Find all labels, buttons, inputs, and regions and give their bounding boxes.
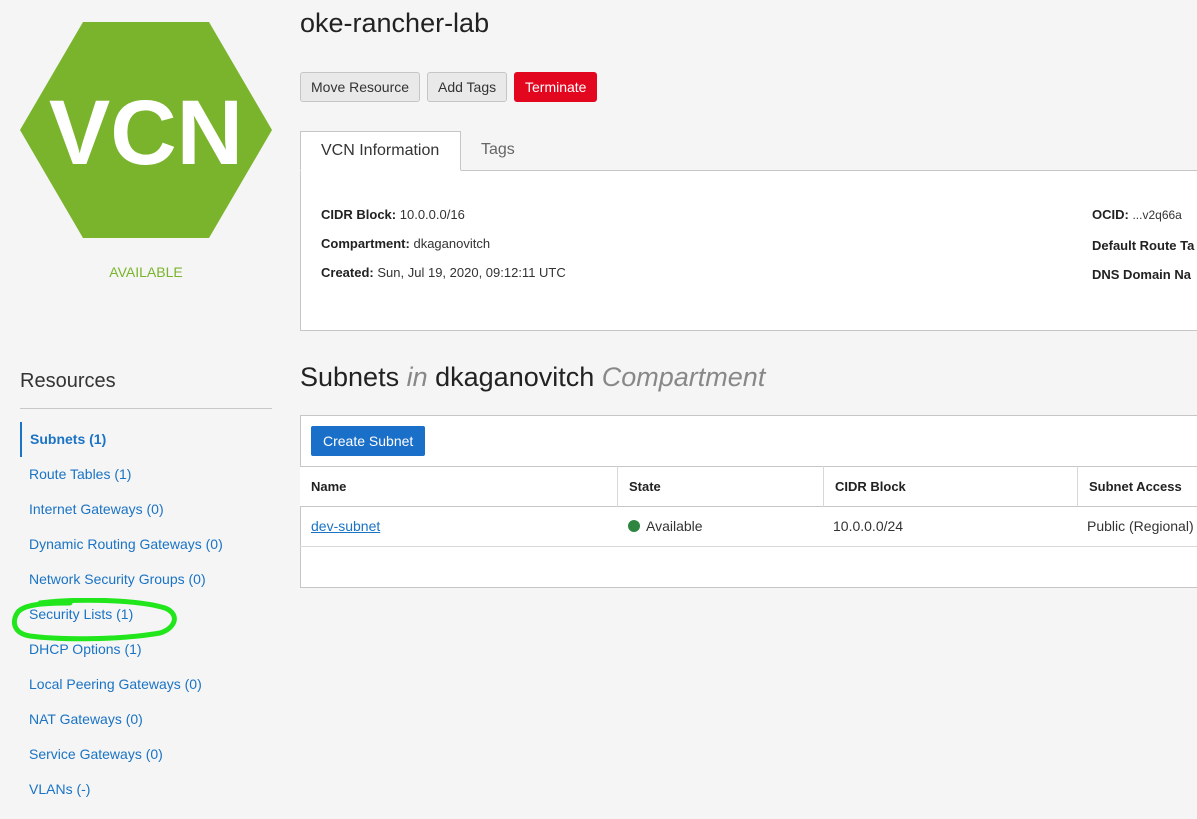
- info-dns-domain: DNS Domain Na: [1092, 267, 1191, 282]
- tab-vcn-information[interactable]: VCN Information: [300, 131, 461, 171]
- info-cidr: CIDR Block: 10.0.0.0/16: [321, 207, 465, 222]
- info-created-value: Sun, Jul 19, 2020, 09:12:11 UTC: [377, 265, 566, 280]
- resource-item-vlans[interactable]: VLANs (-): [20, 772, 272, 807]
- resource-item-local-peering-gateways[interactable]: Local Peering Gateways (0): [20, 667, 272, 702]
- resource-item-network-security-groups[interactable]: Network Security Groups (0): [20, 562, 272, 597]
- info-created-label: Created:: [321, 265, 374, 280]
- info-ocid-value: ...v2q66a: [1132, 208, 1182, 222]
- subnet-state-text: Available: [646, 518, 703, 534]
- vcn-badge-text: VCN: [49, 82, 243, 184]
- info-ocid: OCID: ...v2q66a: [1092, 207, 1182, 222]
- subnets-title-in: in: [406, 362, 428, 392]
- available-status-dot-icon: [628, 520, 640, 532]
- info-created: Created: Sun, Jul 19, 2020, 09:12:11 UTC: [321, 265, 566, 280]
- resources-title: Resources: [20, 370, 116, 392]
- resource-item-service-gateways[interactable]: Service Gateways (0): [20, 737, 272, 772]
- resource-item-subnets[interactable]: Subnets (1): [20, 422, 272, 457]
- subnet-access-cell: Public (Regional): [1087, 518, 1194, 534]
- info-default-route-table: Default Route Ta: [1092, 238, 1194, 253]
- page-title: oke-rancher-lab: [300, 8, 490, 38]
- column-header-cidr[interactable]: CIDR Block: [823, 466, 1078, 507]
- table-row: [300, 506, 1197, 547]
- info-route-label: Default Route Ta: [1092, 238, 1195, 253]
- vcn-status: AVAILABLE: [109, 264, 183, 280]
- info-compartment: Compartment: dkaganovitch: [321, 236, 490, 251]
- column-header-subnet-access[interactable]: Subnet Access: [1077, 466, 1197, 507]
- resource-item-dynamic-routing-gateways[interactable]: Dynamic Routing Gateways (0): [20, 527, 272, 562]
- info-cidr-label: CIDR Block:: [321, 207, 397, 222]
- move-resource-button[interactable]: Move Resource: [300, 72, 421, 102]
- create-subnet-button[interactable]: Create Subnet: [311, 426, 426, 456]
- info-cidr-value: 10.0.0.0/16: [399, 207, 465, 222]
- terminate-button[interactable]: Terminate: [514, 72, 598, 102]
- info-dns-label: DNS Domain Na: [1092, 267, 1191, 282]
- resource-item-security-lists[interactable]: Security Lists (1): [20, 597, 272, 632]
- resource-item-nat-gateways[interactable]: NAT Gateways (0): [20, 702, 272, 737]
- column-header-name[interactable]: Name: [300, 466, 618, 507]
- resource-item-dhcp-options[interactable]: DHCP Options (1): [20, 632, 272, 667]
- resource-item-internet-gateways[interactable]: Internet Gateways (0): [20, 492, 272, 527]
- resources-divider: [20, 408, 272, 409]
- tab-baseline: [461, 170, 1197, 171]
- subnets-title-main: Subnets: [300, 362, 400, 392]
- subnet-state-cell: Available: [617, 506, 703, 547]
- subnets-title-compartment: dkaganovitch: [435, 362, 595, 392]
- subnet-cidr-cell: 10.0.0.0/24: [833, 518, 904, 534]
- subnet-name-link[interactable]: dev-subnet: [311, 518, 380, 534]
- info-compartment-label: Compartment:: [321, 236, 410, 251]
- subnet-name-cell: dev-subnet: [300, 506, 380, 547]
- add-tags-button[interactable]: Add Tags: [427, 72, 508, 102]
- column-header-state[interactable]: State: [617, 466, 824, 507]
- subnets-title-suffix: Compartment: [601, 362, 766, 392]
- subnets-section-title: Subnets in dkaganovitch Compartment: [300, 362, 765, 393]
- resources-list: Subnets (1) Route Tables (1) Internet Ga…: [20, 422, 272, 807]
- tab-tags[interactable]: Tags: [461, 131, 535, 171]
- vcn-hexagon-badge: VCN: [20, 22, 272, 238]
- info-ocid-label: OCID:: [1092, 207, 1129, 222]
- resource-item-route-tables[interactable]: Route Tables (1): [20, 457, 272, 492]
- info-compartment-value: dkaganovitch: [413, 236, 491, 251]
